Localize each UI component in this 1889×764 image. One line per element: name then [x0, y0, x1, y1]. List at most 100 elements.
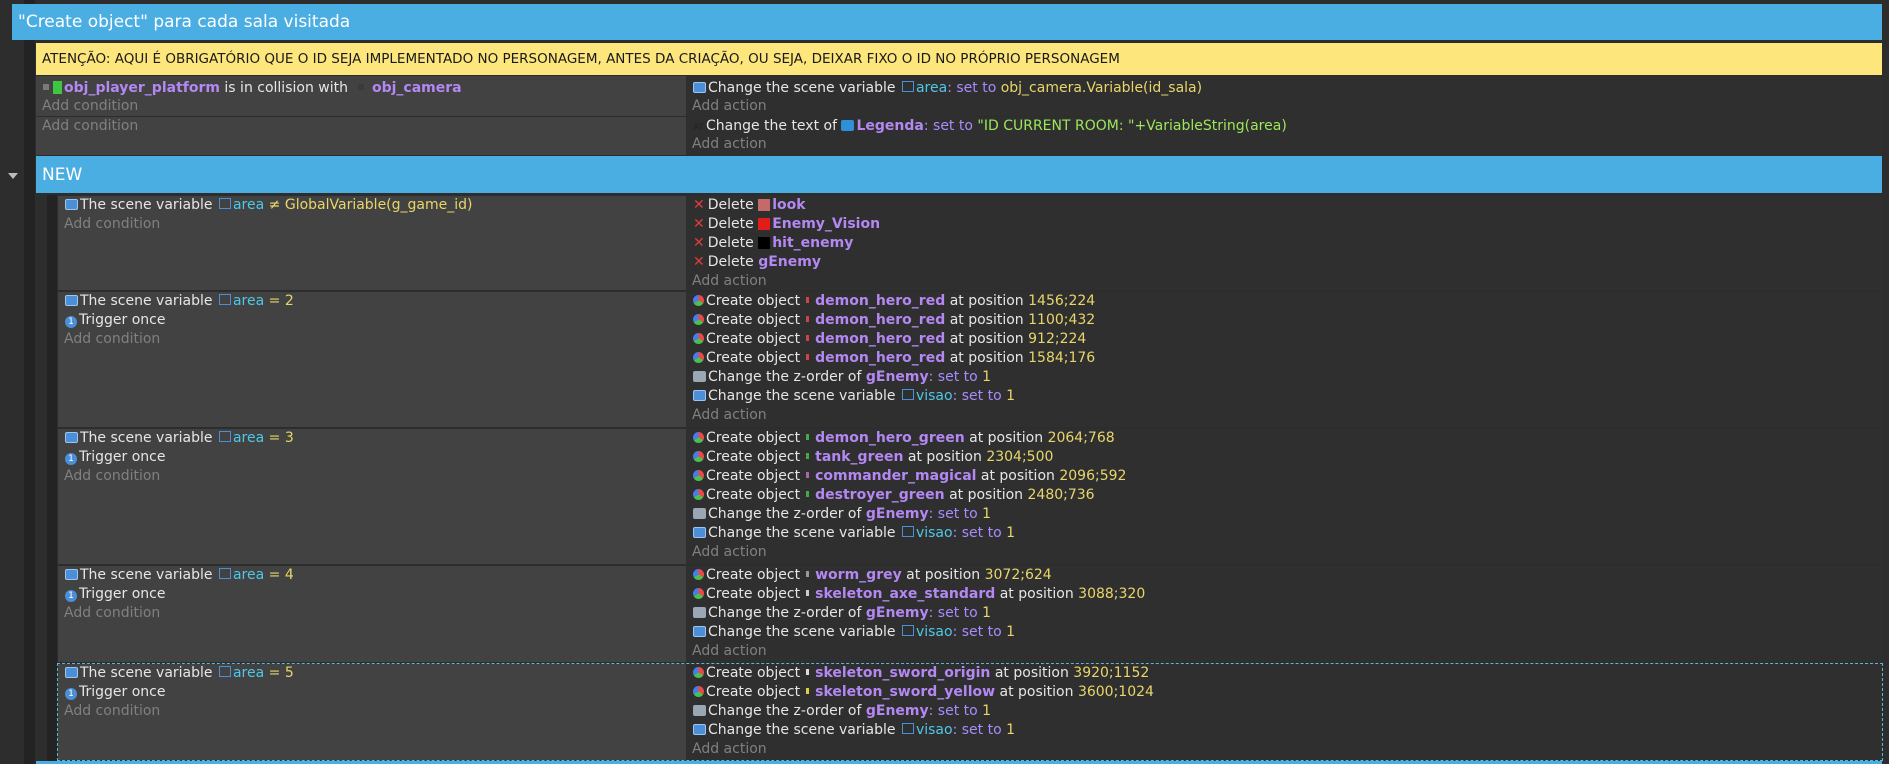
add-condition-link[interactable]: Add condition — [42, 97, 138, 116]
condition-trigger-once[interactable]: 1 Trigger once — [65, 585, 165, 604]
action-change-scene-var[interactable]: Change the scene variable visao: set to … — [693, 721, 1015, 740]
group-header[interactable]: "Create object" para cada sala visitada — [12, 4, 1882, 40]
condition-scene-variable[interactable]: The scene variable area = 4 — [65, 566, 294, 585]
condition-trigger-once[interactable]: 1 Trigger once — [65, 683, 165, 702]
action-value: obj_camera.Variable(id_sala) — [1000, 80, 1203, 96]
action-create-object[interactable]: Create object commander_magical at positi… — [693, 467, 1126, 486]
condition-collision[interactable]: obj_player_platform is in collision with… — [43, 79, 462, 98]
action-object[interactable]: gEnemy — [866, 605, 929, 621]
action-delete[interactable]: ✕ Delete gEnemy — [693, 253, 821, 272]
action-object[interactable]: Legenda — [856, 118, 923, 134]
action-change-zorder[interactable]: Change the z-order of gEnemy: set to 1 — [693, 368, 991, 387]
action-object[interactable]: demon_hero_green — [815, 430, 965, 446]
comment-note[interactable]: ATENÇÃO: AQUI É OBRIGATÓRIO QUE O ID SEJ… — [36, 43, 1882, 75]
action-object[interactable]: look — [772, 197, 805, 213]
event-delete-enemies[interactable]: The scene variable area ≠ GlobalVariable… — [58, 196, 1882, 290]
action-create-object[interactable]: Create object demon_hero_red at position … — [693, 311, 1095, 330]
action-change-scene-var[interactable]: Change the scene variable visao: set to … — [693, 623, 1015, 642]
event-area-3[interactable]: The scene variable area = 3 1 Trigger onc… — [58, 429, 1882, 564]
action-change-zorder[interactable]: Change the z-order of gEnemy: set to 1 — [693, 505, 991, 524]
action-object[interactable]: Enemy_Vision — [772, 216, 880, 232]
add-action-link[interactable]: Add action — [692, 135, 767, 154]
action-object[interactable]: demon_hero_red — [815, 331, 945, 347]
position-value: 2064;768 — [1047, 430, 1115, 446]
action-delete[interactable]: ✕ Delete hit_enemy — [693, 234, 853, 253]
action-object[interactable]: skeleton_sword_yellow — [815, 684, 995, 700]
condition-text: The scene variable — [80, 293, 213, 309]
condition-scene-variable[interactable]: The scene variable area = 5 — [65, 664, 294, 683]
add-action-link[interactable]: Add action — [692, 642, 767, 661]
variable-icon — [901, 526, 914, 537]
action-object[interactable]: destroyer_green — [815, 487, 944, 503]
action-change-zorder[interactable]: Change the z-order of gEnemy: set to 1 — [693, 702, 991, 721]
add-condition-link[interactable]: Add condition — [64, 467, 160, 486]
conditions-column: Add condition — [36, 117, 686, 155]
event-area-5[interactable]: The scene variable area = 5 1 Trigger onc… — [58, 664, 1882, 760]
add-action-link[interactable]: Add action — [692, 740, 767, 759]
condition-scene-variable[interactable]: The scene variable area = 3 — [65, 429, 294, 448]
add-action-link[interactable]: Add action — [692, 543, 767, 562]
action-object[interactable]: worm_grey — [815, 567, 902, 583]
create-object-icon — [693, 432, 704, 443]
action-object[interactable]: skeleton_sword_origin — [815, 665, 990, 681]
add-condition-link[interactable]: Add condition — [64, 330, 160, 349]
action-create-object[interactable]: Create object skeleton_axe_standard at po… — [693, 585, 1145, 604]
create-object-icon — [693, 451, 704, 462]
add-condition-link[interactable]: Add condition — [64, 215, 160, 234]
at-position-text: at position — [949, 331, 1024, 347]
add-action-link[interactable]: Add action — [692, 272, 767, 291]
action-object[interactable]: demon_hero_red — [815, 350, 945, 366]
action-object[interactable]: gEnemy — [866, 506, 929, 522]
action-delete[interactable]: ✕ Delete Enemy_Vision — [693, 215, 880, 234]
variable-name: visao — [915, 722, 953, 738]
add-condition-link[interactable]: Add condition — [64, 604, 160, 623]
event-collision[interactable]: obj_player_platform is in collision with… — [36, 76, 1882, 116]
action-change-scene-var[interactable]: Change the scene variable visao: set to … — [693, 524, 1015, 543]
action-object[interactable]: commander_magical — [815, 468, 976, 484]
drag-handle-icon[interactable] — [43, 84, 49, 90]
condition-scene-variable[interactable]: The scene variable area ≠ GlobalVariable… — [65, 196, 473, 215]
action-create-object[interactable]: Create object tank_green at position 2304… — [693, 448, 1053, 467]
condition-trigger-once[interactable]: 1 Trigger once — [65, 311, 165, 330]
condition-trigger-once[interactable]: 1 Trigger once — [65, 448, 165, 467]
action-change-scene-var[interactable]: Change the scene variable visao: set to … — [693, 387, 1015, 406]
action-create-object[interactable]: Create object demon_hero_red at position … — [693, 330, 1086, 349]
add-condition-link[interactable]: Add condition — [64, 702, 160, 721]
event-legend-text[interactable]: Add condition AT Change the text of Legen… — [36, 117, 1882, 155]
action-create-object[interactable]: Create object demon_hero_red at position … — [693, 292, 1095, 311]
collapse-toggle-icon[interactable] — [8, 173, 18, 179]
condition-object[interactable]: obj_player_platform — [64, 80, 220, 96]
action-object[interactable]: hit_enemy — [772, 235, 853, 251]
condition-object-2[interactable]: obj_camera — [372, 80, 462, 96]
condition-text: Trigger once — [79, 449, 166, 465]
action-change-zorder[interactable]: Change the z-order of gEnemy: set to 1 — [693, 604, 991, 623]
condition-scene-variable[interactable]: The scene variable area = 2 — [65, 292, 294, 311]
add-condition-link[interactable]: Add condition — [42, 117, 138, 136]
action-create-object[interactable]: Create object demon_hero_green at positio… — [693, 429, 1115, 448]
action-object[interactable]: demon_hero_red — [815, 312, 945, 328]
action-object[interactable]: gEnemy — [758, 254, 821, 270]
group-new-header[interactable]: NEW — [36, 156, 1882, 193]
delete-icon: ✕ — [693, 235, 705, 251]
action-create-object[interactable]: Create object worm_grey at position 3072;… — [693, 566, 1052, 585]
object-thumbnail-icon — [806, 571, 810, 577]
action-create-object[interactable]: Create object demon_hero_red at position … — [693, 349, 1095, 368]
event-area-2[interactable]: The scene variable area = 2 1 Trigger onc… — [58, 292, 1882, 427]
action-object[interactable]: skeleton_axe_standard — [815, 586, 995, 602]
action-create-object[interactable]: Create object destroyer_green at position… — [693, 486, 1095, 505]
action-create-object[interactable]: Create object skeleton_sword_origin at po… — [693, 664, 1149, 683]
event-area-4[interactable]: The scene variable area = 4 1 Trigger onc… — [58, 566, 1882, 662]
action-object[interactable]: tank_green — [815, 449, 903, 465]
add-action-link[interactable]: Add action — [692, 406, 767, 425]
action-object[interactable]: gEnemy — [866, 703, 929, 719]
scene-variable-icon — [693, 82, 706, 93]
action-object[interactable]: gEnemy — [866, 369, 929, 385]
action-object[interactable]: demon_hero_red — [815, 293, 945, 309]
action-create-object[interactable]: Create object skeleton_sword_yellow at po… — [693, 683, 1154, 702]
action-change-text[interactable]: AT Change the text of Legenda: set to "ID… — [693, 117, 1287, 136]
add-action-link[interactable]: Add action — [692, 97, 767, 116]
action-delete[interactable]: ✕ Delete look — [693, 196, 806, 215]
action-text: Delete — [707, 235, 754, 251]
action-change-scene-var[interactable]: Change the scene variable area: set to o… — [693, 79, 1202, 98]
object-thumbnail-icon — [806, 472, 810, 478]
